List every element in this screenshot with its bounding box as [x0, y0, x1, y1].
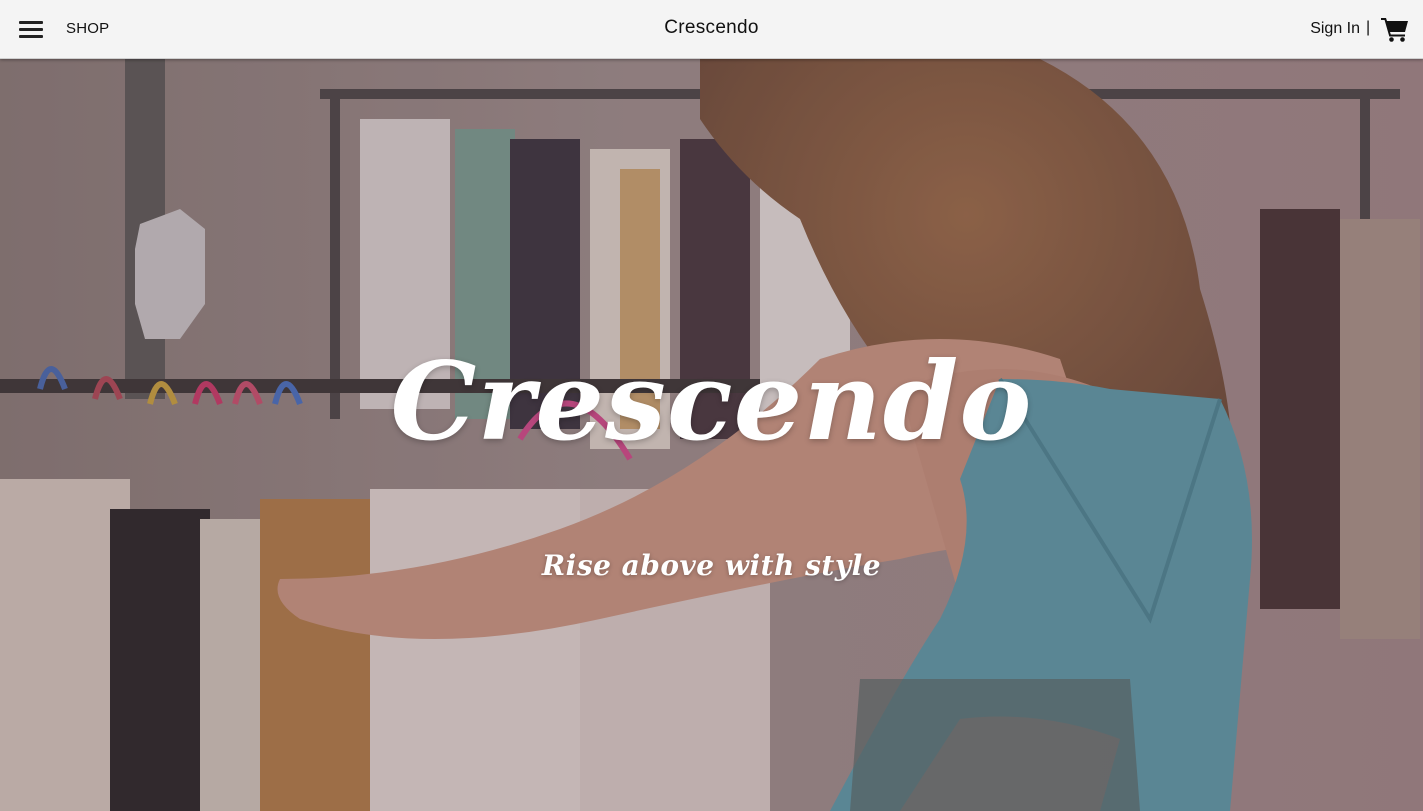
- hero-title: Crescendo: [390, 339, 1033, 465]
- cart-icon-graphic: [1381, 18, 1408, 42]
- hero-section: Crescendo Rise above with style: [0, 59, 1423, 811]
- menu-bar-bottom: [19, 35, 43, 38]
- brand-container: Crescendo: [0, 17, 1423, 39]
- hero-tagline: Rise above with style: [541, 549, 882, 582]
- shopping-cart-icon[interactable]: [1381, 16, 1409, 42]
- nav-divider: |: [1366, 19, 1371, 36]
- menu-bar-top: [19, 21, 43, 24]
- brand-logo-link[interactable]: Crescendo: [664, 17, 759, 38]
- sign-in-link[interactable]: Sign In: [1310, 20, 1360, 38]
- hamburger-menu-icon[interactable]: [19, 19, 43, 39]
- shop-link[interactable]: SHOP: [66, 20, 109, 37]
- menu-bar-middle: [19, 28, 43, 31]
- top-navbar: SHOP Crescendo Sign In |: [0, 0, 1423, 59]
